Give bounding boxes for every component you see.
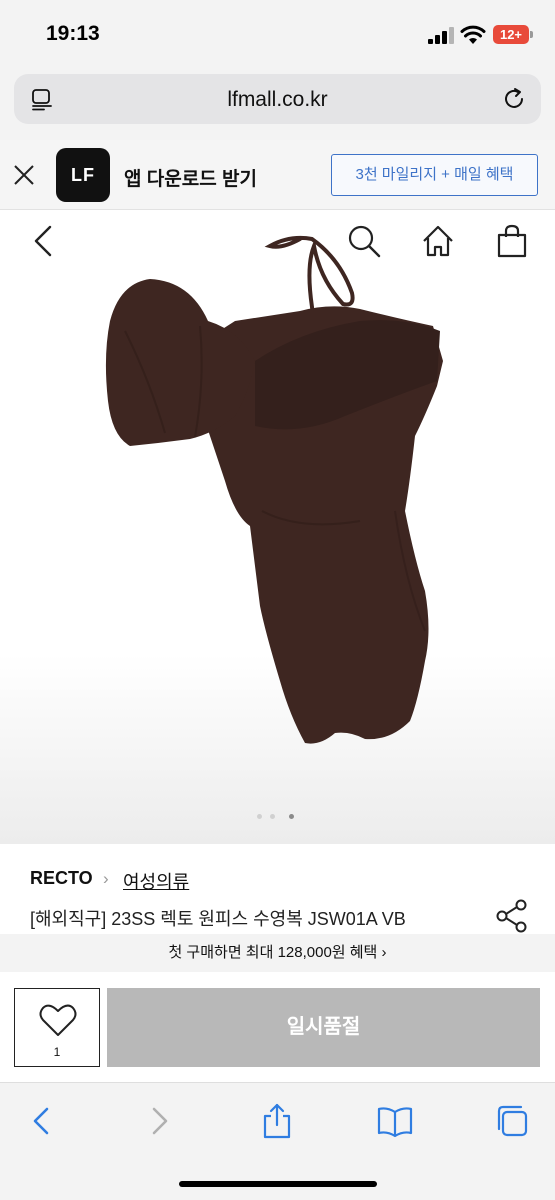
url-text[interactable]: lfmall.co.kr xyxy=(14,88,541,112)
app-benefit-button[interactable]: 3천 마일리지 + 매일 혜택 xyxy=(331,154,538,196)
share-icon[interactable] xyxy=(496,899,528,933)
product-info: RECTO › 여성의류 [해외직구] 23SS 렉토 원피스 수영복 JSW0… xyxy=(0,844,555,934)
app-download-banner: LF 앱 다운로드 받기 3천 마일리지 + 매일 혜택 xyxy=(0,140,555,210)
lf-app-logo: LF xyxy=(56,148,110,202)
product-image-gallery[interactable] xyxy=(0,211,555,844)
category-link[interactable]: 여성의류 xyxy=(123,868,189,894)
search-icon[interactable] xyxy=(346,223,382,259)
home-icon[interactable] xyxy=(420,223,456,259)
sold-out-button[interactable]: 일시품절 xyxy=(107,988,540,1067)
battery-icon: 12+ xyxy=(493,25,529,44)
first-purchase-benefit-link[interactable]: 첫 구매하면 최대 128,000원 혜택 › xyxy=(0,934,555,972)
breadcrumb-chevron-icon: › xyxy=(103,869,109,888)
back-icon[interactable] xyxy=(26,223,62,259)
forward-arrow-icon[interactable] xyxy=(142,1103,178,1139)
battery-tip xyxy=(530,31,533,38)
home-indicator xyxy=(179,1181,377,1187)
status-bar: 19:13 12+ xyxy=(0,0,555,68)
like-button[interactable]: 1 xyxy=(14,988,100,1067)
app-download-text: 앱 다운로드 받기 xyxy=(124,169,257,190)
gallery-dots[interactable] xyxy=(257,813,299,821)
shopping-bag-icon[interactable] xyxy=(494,223,530,259)
back-arrow-icon[interactable] xyxy=(23,1103,59,1139)
purchase-bar: 1 일시품절 xyxy=(0,972,555,1082)
product-photo xyxy=(105,235,443,744)
close-icon[interactable] xyxy=(12,163,36,187)
like-count: 1 xyxy=(53,1045,61,1059)
address-bar[interactable]: lfmall.co.kr xyxy=(14,74,541,124)
product-title: [해외직구] 23SS 렉토 원피스 수영복 JSW01A VB xyxy=(30,909,406,929)
heart-icon xyxy=(39,1004,77,1036)
status-time: 19:13 xyxy=(46,22,100,45)
share-icon[interactable] xyxy=(259,1103,295,1139)
bookmarks-icon[interactable] xyxy=(377,1103,413,1139)
reload-icon[interactable] xyxy=(501,86,527,112)
tabs-icon[interactable] xyxy=(494,1103,530,1139)
wifi-icon xyxy=(460,25,486,44)
brand-name[interactable]: RECTO xyxy=(30,868,93,889)
signal-icon xyxy=(428,27,456,44)
browser-address-area: lfmall.co.kr xyxy=(0,68,555,140)
